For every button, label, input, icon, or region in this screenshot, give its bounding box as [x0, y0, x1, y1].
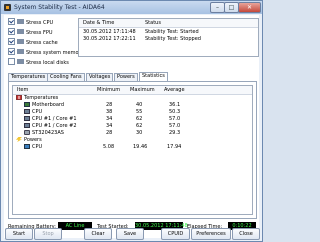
stress-disks-checkbox[interactable]: Stress local disks	[8, 58, 69, 66]
table-row[interactable]: CPU 38 55 50.3	[13, 109, 252, 116]
row-max: 62	[136, 116, 143, 122]
table-row[interactable]: Motherboard 28 40 36.1	[13, 102, 252, 109]
log-row[interactable]: 30.05.2012 17:22:11 Stability Test: Stop…	[79, 35, 258, 42]
preferences-button[interactable]: Preferences	[191, 228, 231, 240]
checkbox-checked-icon[interactable]	[8, 38, 15, 45]
table-row[interactable]: Powers	[13, 137, 252, 144]
col-date-time[interactable]: Date & Time	[83, 20, 114, 26]
disk-icon	[17, 59, 24, 64]
row-min: 34	[106, 123, 113, 129]
maximize-button[interactable]: □	[224, 2, 239, 13]
checkbox-unchecked-icon[interactable]	[8, 58, 15, 65]
row-max: 30	[136, 130, 143, 136]
row-label: CPU	[32, 144, 43, 150]
stress-cpu-checkbox[interactable]: Stress CPU	[8, 18, 54, 26]
stress-memory-checkbox[interactable]: Stress system memory	[8, 48, 84, 56]
row-label: Temperatures	[24, 95, 59, 101]
row-avg: 57.0	[169, 116, 181, 122]
checkbox-checked-icon[interactable]	[8, 48, 15, 55]
cache-icon	[17, 39, 24, 44]
col-average[interactable]: Average	[164, 87, 185, 93]
stress-fpu-label: Stress FPU	[26, 30, 53, 36]
close-button[interactable]: Close	[232, 228, 260, 240]
minimize-button[interactable]: –	[210, 2, 225, 13]
row-min: 28	[106, 102, 113, 108]
row-max: 55	[136, 109, 143, 115]
table-header: Item Minimum Maximum Average	[13, 86, 252, 95]
row-avg: 29.3	[169, 130, 181, 136]
table-row[interactable]: ST320423AS 28 30 29.3	[13, 130, 252, 137]
close-window-button[interactable]: ✕	[238, 2, 261, 13]
statistics-table[interactable]: Item Minimum Maximum Average Temperature…	[12, 85, 253, 215]
stop-button[interactable]: Stop	[34, 228, 62, 240]
stress-memory-label: Stress system memory	[26, 50, 84, 56]
col-item[interactable]: Item	[17, 87, 28, 93]
log-row[interactable]: 30.05.2012 17:11:48 Stability Test: Star…	[79, 28, 258, 35]
stress-disks-label: Stress local disks	[26, 60, 69, 66]
stability-test-window: System Stability Test - AIDA64 – □ ✕ Str…	[0, 0, 263, 242]
log-header: Date & Time Status	[79, 19, 258, 28]
stress-cache-checkbox[interactable]: Stress cache	[8, 38, 58, 46]
checkbox-checked-icon[interactable]	[8, 18, 15, 25]
memory-icon	[17, 49, 24, 54]
row-label: Motherboard	[32, 102, 65, 108]
table-row[interactable]: CPU #1 / Core #2 34 62 57.0	[13, 123, 252, 130]
cpu-icon	[24, 109, 30, 114]
tab-temperatures[interactable]: Temperatures	[8, 73, 49, 81]
row-label: CPU	[32, 109, 43, 115]
row-label: ST320423AS	[32, 130, 64, 136]
stress-fpu-checkbox[interactable]: Stress FPU	[8, 28, 53, 36]
log-status: Stability Test: Stopped	[145, 36, 201, 42]
hard-disk-icon	[24, 130, 30, 135]
event-log-list[interactable]: Date & Time Status 30.05.2012 17:11:48 S…	[78, 18, 259, 57]
row-min: 28	[106, 130, 113, 136]
row-avg: 57.0	[169, 123, 181, 129]
table-row[interactable]: CPU 5.08 19.46 17.94	[13, 144, 252, 151]
save-button[interactable]: Save	[116, 228, 144, 240]
cpu-power-icon	[24, 144, 30, 149]
cpu-core-icon	[24, 123, 30, 128]
aida64-app-icon	[4, 4, 11, 11]
tab-statistics[interactable]: Statistics	[139, 72, 168, 81]
tab-cooling-fans[interactable]: Cooling Fans	[47, 73, 85, 81]
table-row[interactable]: Temperatures	[13, 95, 252, 102]
row-max: 40	[136, 102, 143, 108]
row-avg: 17.94	[167, 144, 182, 150]
col-maximum[interactable]: Maximum	[130, 87, 155, 93]
start-button[interactable]: Start	[5, 228, 33, 240]
tab-powers[interactable]: Powers	[114, 73, 138, 81]
cpu-icon	[17, 19, 24, 24]
statistics-panel: Item Minimum Maximum Average Temperature…	[8, 81, 257, 219]
row-avg: 50.3	[169, 109, 181, 115]
col-minimum[interactable]: Minimum	[97, 87, 120, 93]
stress-cpu-label: Stress CPU	[26, 20, 54, 26]
row-avg: 36.1	[169, 102, 181, 108]
window-title: System Stability Test - AIDA64	[14, 4, 105, 11]
row-max: 62	[136, 123, 143, 129]
row-min: 34	[106, 116, 113, 122]
row-min: 38	[106, 109, 113, 115]
motherboard-icon	[24, 102, 30, 107]
client-area: Stress CPU Stress FPU Stress cache Stres…	[4, 15, 259, 238]
stress-cache-label: Stress cache	[26, 40, 58, 46]
temperature-icon	[16, 95, 22, 100]
row-label: CPU #1 / Core #1	[32, 116, 77, 122]
row-min: 5.08	[103, 144, 115, 150]
tab-bar: Temperatures Cooling Fans Voltages Power…	[8, 72, 255, 81]
clear-button[interactable]: Clear	[84, 228, 112, 240]
cpu-core-icon	[24, 116, 30, 121]
row-max: 19.46	[133, 144, 148, 150]
col-status[interactable]: Status	[145, 20, 161, 26]
log-date-time: 30.05.2012 17:22:11	[83, 36, 136, 42]
tab-voltages[interactable]: Voltages	[86, 73, 114, 81]
table-row[interactable]: CPU #1 / Core #1 34 62 57.0	[13, 116, 252, 123]
checkbox-checked-icon[interactable]	[8, 28, 15, 35]
cpuid-button[interactable]: CPUID	[161, 228, 190, 240]
row-label: Powers	[24, 137, 42, 143]
fpu-icon	[17, 29, 24, 34]
button-bar: Start Stop Clear Save CPUID Preferences …	[1, 228, 262, 241]
title-bar[interactable]: System Stability Test - AIDA64 – □ ✕	[1, 1, 262, 14]
row-label: CPU #1 / Core #2	[32, 123, 77, 129]
power-icon	[16, 137, 22, 142]
